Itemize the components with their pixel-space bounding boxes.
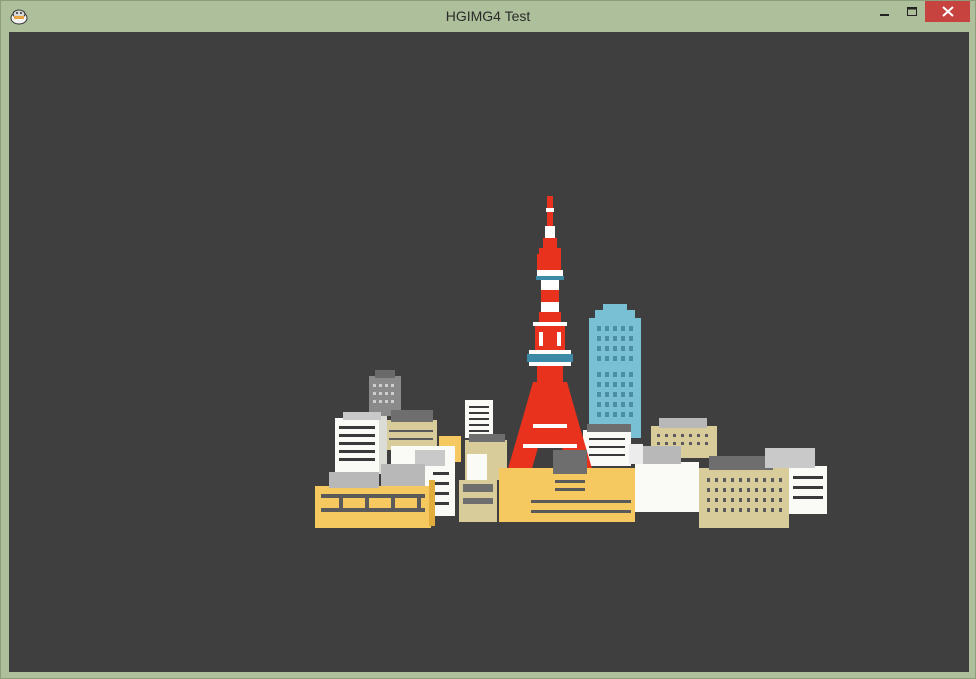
render-viewport[interactable] [9,32,969,672]
minimize-button[interactable] [871,1,899,22]
title-bar[interactable]: HGIMG4 Test [1,1,975,31]
tokyo-tower-city-scene [315,196,827,528]
tokyo-tower [501,196,599,488]
white-office-building-left [335,412,387,474]
white-tall-building [465,400,493,438]
maximize-icon [906,6,918,17]
app-window: HGIMG4 Test [0,0,976,679]
glass-skyscraper [589,304,641,438]
beige-office-building-left [385,410,437,450]
minimize-icon [880,7,890,17]
gray-office-building [369,370,401,416]
close-icon [941,6,954,17]
close-button[interactable] [925,1,970,22]
window-title: HGIMG4 Test [445,8,531,24]
yellow-front-building-left [315,464,435,528]
maximize-button[interactable] [899,1,925,22]
white-building-right [583,424,631,466]
